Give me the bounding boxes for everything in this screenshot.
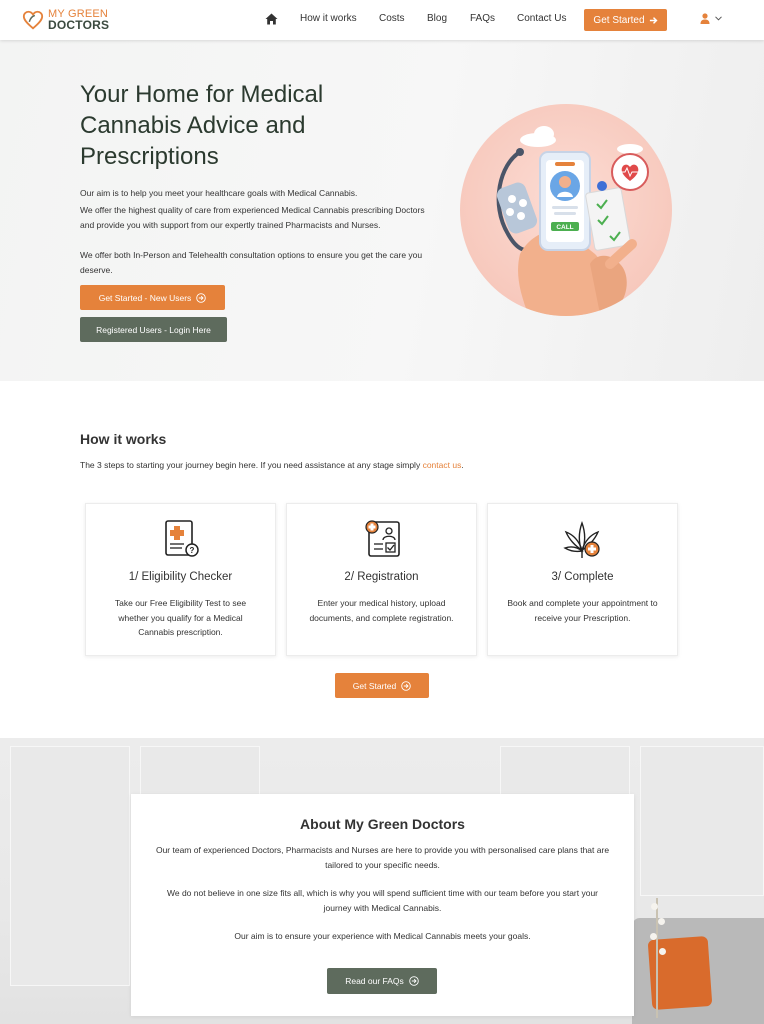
chevron-down-icon (715, 16, 722, 21)
site-logo[interactable]: MY GREEN DOCTORS (22, 8, 109, 32)
hero-paragraph-1: Our aim is to help you meet your healthc… (80, 188, 358, 198)
about-title: About My Green Doctors (300, 816, 465, 832)
nav-costs[interactable]: Costs (379, 13, 405, 24)
how-it-works-subtitle-end: . (461, 460, 464, 470)
step-card-registration: 2/ Registration Enter your medical histo… (286, 503, 477, 656)
home-icon[interactable] (265, 13, 278, 25)
hero-title: Your Home for Medical Cannabis Advice an… (80, 81, 324, 170)
step-3-title: 3/ Complete (551, 571, 614, 583)
svg-text:?: ? (189, 546, 194, 555)
eligibility-document-icon: ? (164, 520, 199, 557)
arrow-right-icon (649, 16, 658, 24)
how-it-works-subtitle-text: The 3 steps to starting your journey beg… (80, 460, 421, 470)
step-card-eligibility: ? 1/ Eligibility Checker Take our Free E… (85, 503, 276, 656)
about-paragraph-1: Our team of experienced Doctors, Pharmac… (155, 845, 610, 870)
user-icon (700, 13, 710, 24)
hero-paragraph-2: We offer the highest quality of care fro… (80, 205, 425, 230)
circle-arrow-right-icon (409, 976, 419, 986)
step-2-title: 2/ Registration (344, 571, 419, 583)
user-menu[interactable] (700, 13, 722, 24)
read-faqs-button[interactable]: Read our FAQs (327, 968, 437, 994)
cannabis-leaf-icon (562, 520, 600, 558)
heart-logo-icon (22, 10, 44, 30)
how-it-works-get-started-button[interactable]: Get Started (335, 673, 429, 698)
registered-users-login-label: Registered Users - Login Here (96, 324, 211, 335)
nav-how-it-works[interactable]: How it works (300, 13, 357, 24)
header-get-started-label: Get Started (593, 14, 645, 26)
registered-users-login-button[interactable]: Registered Users - Login Here (80, 317, 227, 342)
get-started-new-users-label: Get Started - New Users (98, 292, 192, 303)
registration-form-icon (364, 520, 400, 557)
about-paragraph-3: Our aim is to ensure your experience wit… (234, 931, 531, 941)
nav-faqs[interactable]: FAQs (470, 13, 495, 24)
nav-blog[interactable]: Blog (427, 13, 447, 24)
header-get-started-button[interactable]: Get Started (584, 9, 667, 31)
about-card: About My Green Doctors Our team of exper… (131, 794, 634, 1016)
how-it-works-title: How it works (80, 431, 167, 447)
logo-line2: DOCTORS (48, 18, 110, 32)
read-faqs-label: Read our FAQs (345, 976, 404, 986)
step-2-text: Enter your medical history, upload docum… (309, 598, 454, 623)
circle-arrow-right-icon (401, 680, 411, 691)
step-1-text: Take our Free Eligibility Test to see wh… (114, 598, 247, 637)
site-header: MY GREEN DOCTORS How it works Costs Blog… (0, 0, 764, 40)
step-1-title: 1/ Eligibility Checker (128, 571, 233, 583)
step-card-complete: 3/ Complete Book and complete your appoi… (487, 503, 678, 656)
step-3-text: Book and complete your appointment to re… (507, 598, 658, 623)
contact-us-link[interactable]: contact us (423, 460, 462, 470)
call-label: CALL (556, 224, 573, 231)
phone-doctor-illustration: CALL (496, 126, 649, 316)
get-started-new-users-button[interactable]: Get Started - New Users (80, 285, 225, 310)
hero-illustration: CALL (460, 104, 672, 316)
hero-paragraph-3: We offer both In-Person and Telehealth c… (80, 250, 423, 275)
about-paragraph-2: We do not believe in one size fits all, … (166, 888, 599, 913)
circle-arrow-right-icon (196, 292, 207, 303)
how-it-works-get-started-label: Get Started (352, 680, 397, 691)
how-it-works-subtitle: The 3 steps to starting your journey beg… (80, 460, 464, 470)
nav-contact-us[interactable]: Contact Us (517, 13, 566, 24)
